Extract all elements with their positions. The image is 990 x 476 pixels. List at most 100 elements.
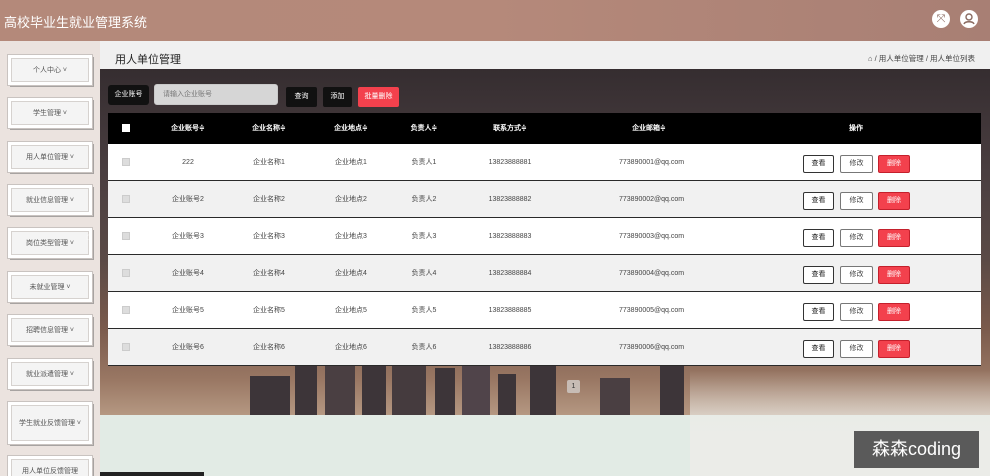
sidebar-item[interactable]: 学生管理 ˅ [7,97,93,129]
delete-button[interactable]: 删除 [878,155,910,173]
sidebar-item[interactable]: 学生就业反馈管理 ˅ [7,401,93,445]
sidebar-item-label: 未就业管理 ˅ [29,284,71,291]
column-header-account[interactable]: 企业账号≑ [158,113,218,144]
search-input[interactable]: 请输入企业账号 [154,84,278,105]
cell-phone: 13823888886 [488,344,532,351]
sidebar-item[interactable]: 就业信息管理 ˅ [7,184,93,216]
cell-person: 负责人3 [411,233,437,240]
cell-email: 773890002@qq.com [619,196,685,203]
view-button[interactable]: 查看 [803,229,834,247]
cell-place: 企业地点6 [335,344,367,351]
column-header-place[interactable]: 企业地点≑ [321,113,381,144]
fullscreen-icon[interactable]: ⤧ [932,10,950,28]
delete-button[interactable]: 删除 [878,303,910,321]
edit-button[interactable]: 修改 [840,192,873,210]
sidebar-item[interactable]: 招聘信息管理 ˅ [7,314,93,346]
select-all-checkbox[interactable] [122,124,130,132]
cell-phone: 13823888883 [488,233,532,240]
sidebar-item[interactable]: 个人中心 ˅ [7,54,93,86]
row-checkbox[interactable] [122,343,130,351]
cell-account: 企业账号5 [172,307,204,314]
sidebar-item-label: 用人单位管理 ˅ [25,154,75,161]
search-label: 企业账号 [108,85,149,105]
sidebar-item-label: 就业派遣管理 ˅ [25,371,75,378]
add-button[interactable]: 添加 [323,87,352,107]
page-title: 用人单位管理 [115,54,181,66]
edit-button[interactable]: 修改 [840,340,873,358]
content-header: 用人单位管理 ⌂ / 用人单位管理 / 用人单位列表 [100,41,990,69]
cell-name: 企业名称1 [253,159,285,166]
cell-person: 负责人1 [411,159,437,166]
table-row: 企业账号2 企业名称2 企业地点2 负责人2 13823888882 773890002@… [108,181,981,218]
view-button[interactable]: 查看 [803,266,834,284]
query-button[interactable]: 查询 [286,87,317,107]
cell-place: 企业地点5 [335,307,367,314]
cell-place: 企业地点4 [335,270,367,277]
column-header-email[interactable]: 企业邮箱≑ [619,113,679,144]
company-table: 企业账号≑ 企业名称≑ 企业地点≑ 负责人≑ 联系方式≑ 企业邮箱≑ 操作 22… [108,113,981,366]
row-checkbox[interactable] [122,306,130,314]
batch-delete-button[interactable]: 批量删除 [358,87,399,107]
view-button[interactable]: 查看 [803,340,834,358]
user-icon[interactable] [960,10,978,28]
cell-place: 企业地点3 [335,233,367,240]
column-header-name[interactable]: 企业名称≑ [239,113,299,144]
sidebar-item-label: 就业信息管理 ˅ [25,197,75,204]
mouse-cursor-icon: ☝ [86,231,93,243]
sidebar-item-label: 个人中心 ˅ [32,67,68,74]
delete-button[interactable]: 删除 [878,192,910,210]
cell-place: 企业地点2 [335,196,367,203]
cell-account: 企业账号6 [172,344,204,351]
sidebar-item[interactable]: 就业派遣管理 ˅ [7,358,93,390]
cell-account: 企业账号3 [172,233,204,240]
sidebar-item[interactable]: 用人单位管理 ˅ [7,141,93,173]
bottom-scrollbar[interactable] [100,472,204,476]
view-button[interactable]: 查看 [803,192,834,210]
cell-email: 773890006@qq.com [619,344,685,351]
delete-button[interactable]: 删除 [878,340,910,358]
table-row: 企业账号6 企业名称6 企业地点6 负责人6 13823888886 773890006@… [108,329,981,366]
sidebar-item[interactable]: 用人单位反馈管理 [7,455,93,476]
edit-button[interactable]: 修改 [840,266,873,284]
cell-name: 企业名称6 [253,344,285,351]
cell-phone: 13823888884 [488,270,532,277]
sidebar-item[interactable]: 岗位类型管理 ˅ [7,227,93,259]
row-checkbox[interactable] [122,269,130,277]
row-checkbox[interactable] [122,232,130,240]
table-row: 企业账号4 企业名称4 企业地点4 负责人4 13823888884 773890004@… [108,255,981,292]
table-row: 企业账号3 企业名称3 企业地点3 负责人3 13823888883 773890003@… [108,218,981,255]
cell-email: 773890004@qq.com [619,270,685,277]
view-button[interactable]: 查看 [803,303,834,321]
cell-person: 负责人6 [411,344,437,351]
row-checkbox[interactable] [122,195,130,203]
edit-button[interactable]: 修改 [840,303,873,321]
sidebar-item[interactable]: 未就业管理 ˅ [7,271,93,303]
cell-phone: 13823888881 [488,159,532,166]
table-header: 企业账号≑ 企业名称≑ 企业地点≑ 负责人≑ 联系方式≑ 企业邮箱≑ 操作 [108,113,981,144]
pagination-current-page[interactable]: 1 [567,380,580,393]
view-button[interactable]: 查看 [803,155,834,173]
cell-person: 负责人2 [411,196,437,203]
delete-button[interactable]: 删除 [878,229,910,247]
column-header-person[interactable]: 负责人≑ [394,113,454,144]
cell-phone: 13823888882 [488,196,532,203]
cell-name: 企业名称4 [253,270,285,277]
app-title: 高校毕业生就业管理系统 [4,15,148,30]
sidebar-item-label: 招聘信息管理 ˅ [25,327,75,334]
breadcrumb[interactable]: ⌂ / 用人单位管理 / 用人单位列表 [868,53,975,64]
sidebar-item-label: 学生就业反馈管理 ˅ [18,420,82,427]
edit-button[interactable]: 修改 [840,155,873,173]
table-row: 企业账号5 企业名称5 企业地点5 负责人5 13823888885 773890005@… [108,292,981,329]
cell-person: 负责人5 [411,307,437,314]
delete-button[interactable]: 删除 [878,266,910,284]
cell-email: 773890003@qq.com [619,233,685,240]
edit-button[interactable]: 修改 [840,229,873,247]
cell-email: 773890005@qq.com [619,307,685,314]
row-checkbox[interactable] [122,158,130,166]
cell-name: 企业名称5 [253,307,285,314]
table-row: 222 企业名称1 企业地点1 负责人1 13823888881 773890001@qq… [108,144,981,181]
cell-account: 企业账号2 [172,196,204,203]
column-header-phone[interactable]: 联系方式≑ [480,113,540,144]
top-bar: 高校毕业生就业管理系统 ⤧ [0,0,990,41]
cell-account: 222 [182,159,194,166]
